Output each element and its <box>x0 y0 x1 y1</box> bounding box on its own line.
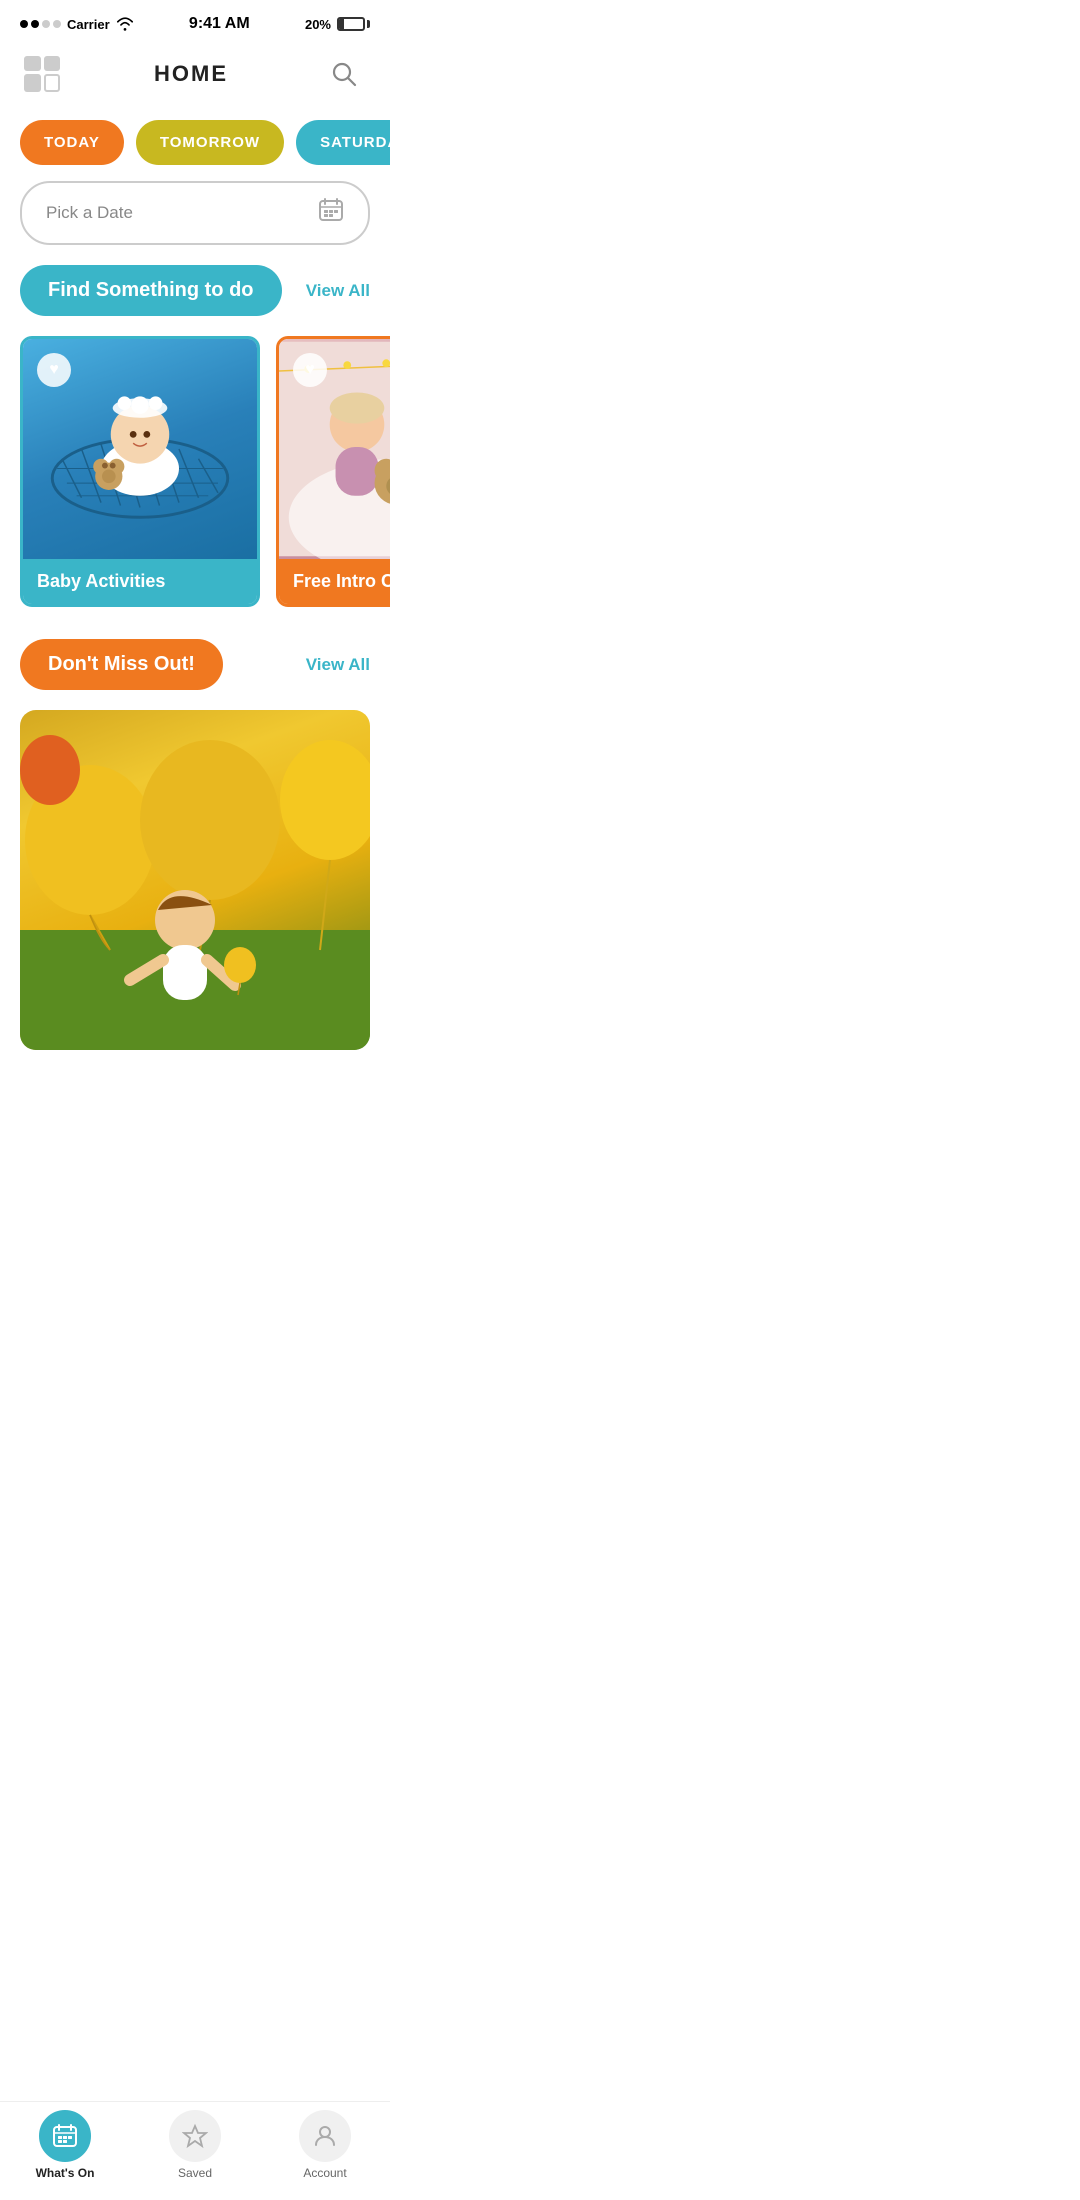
heart-btn-intro[interactable]: ♥ <box>293 353 327 387</box>
logo-sq-tr <box>44 56 61 71</box>
card-free-intro[interactable]: ♥ Free Intro Classes <box>276 336 390 607</box>
nav-whats-on-label: What's On <box>36 2166 95 2180</box>
signal-dot-2 <box>31 20 39 28</box>
day-filter-row: TODAY TOMORROW SATURDAY SUNDAY <box>0 112 390 181</box>
logo-sq-bl <box>24 74 41 93</box>
status-right: 20% <box>305 17 370 32</box>
day-btn-today[interactable]: TODAY <box>20 120 124 165</box>
person-nav-icon <box>312 2123 338 2149</box>
logo-sq-br <box>44 74 61 93</box>
header: HOME <box>0 44 390 112</box>
battery-indicator <box>337 17 370 31</box>
date-picker-placeholder: Pick a Date <box>46 203 133 223</box>
battery-body <box>337 17 365 31</box>
battery-percent: 20% <box>305 17 331 32</box>
calendar-nav-icon <box>52 2123 78 2149</box>
time-display: 9:41 AM <box>189 15 250 33</box>
bottom-nav: What's On Saved Account <box>0 2101 390 2200</box>
app-logo <box>24 56 60 92</box>
find-view-all-button[interactable]: View All <box>306 281 370 301</box>
nav-saved-label: Saved <box>178 2166 212 2180</box>
find-section-header: Find Something to do View All <box>0 265 390 336</box>
activity-cards-scroll: ♥ Baby Activities <box>0 336 390 631</box>
date-picker[interactable]: Pick a Date <box>20 181 370 245</box>
signal-dot-1 <box>20 20 28 28</box>
nav-account-icon-wrap <box>299 2110 351 2162</box>
signal-dot-3 <box>42 20 50 28</box>
battery-tip <box>367 20 370 28</box>
dont-miss-section: Don't Miss Out! View All <box>0 639 390 1050</box>
card-baby-activities-label: Baby Activities <box>23 559 257 604</box>
status-bar: Carrier 9:41 AM 20% <box>0 0 390 44</box>
nav-whats-on-icon-wrap <box>39 2110 91 2162</box>
day-btn-saturday[interactable]: SATURDAY <box>296 120 390 165</box>
balloon-event-svg <box>20 710 370 1050</box>
calendar-icon <box>318 197 344 229</box>
search-icon <box>331 61 357 87</box>
signal-dots <box>20 20 61 28</box>
nav-account-label: Account <box>303 2166 346 2180</box>
card-baby-activities-image: ♥ <box>23 339 257 559</box>
day-btn-tomorrow[interactable]: TOMORROW <box>136 120 284 165</box>
dont-miss-label: Don't Miss Out! <box>20 639 223 690</box>
date-picker-wrap: Pick a Date <box>0 181 390 265</box>
card-baby-activities[interactable]: ♥ Baby Activities <box>20 336 260 607</box>
nav-saved[interactable]: Saved <box>155 2110 235 2180</box>
carrier-label: Carrier <box>67 17 110 32</box>
nav-account[interactable]: Account <box>285 2110 365 2180</box>
nav-saved-icon-wrap <box>169 2110 221 2162</box>
heart-icon-baby: ♥ <box>49 361 59 379</box>
wifi-icon <box>116 17 134 31</box>
page-title: HOME <box>154 61 228 87</box>
card-free-intro-image: ♥ <box>279 339 390 559</box>
nav-whats-on[interactable]: What's On <box>25 2110 105 2180</box>
star-nav-icon <box>182 2123 208 2149</box>
dont-miss-header: Don't Miss Out! View All <box>0 639 390 710</box>
search-button[interactable] <box>322 52 366 96</box>
battery-fill <box>339 19 344 29</box>
big-event-card[interactable] <box>20 710 370 1050</box>
card-free-intro-label: Free Intro Classes <box>279 559 390 604</box>
logo-sq-tl <box>24 56 41 71</box>
heart-btn-baby[interactable]: ♥ <box>37 353 71 387</box>
find-section-label: Find Something to do <box>20 265 282 316</box>
heart-icon-intro: ♥ <box>305 361 315 379</box>
status-left: Carrier <box>20 17 134 32</box>
dont-miss-view-all-button[interactable]: View All <box>306 655 370 675</box>
signal-dot-4 <box>53 20 61 28</box>
